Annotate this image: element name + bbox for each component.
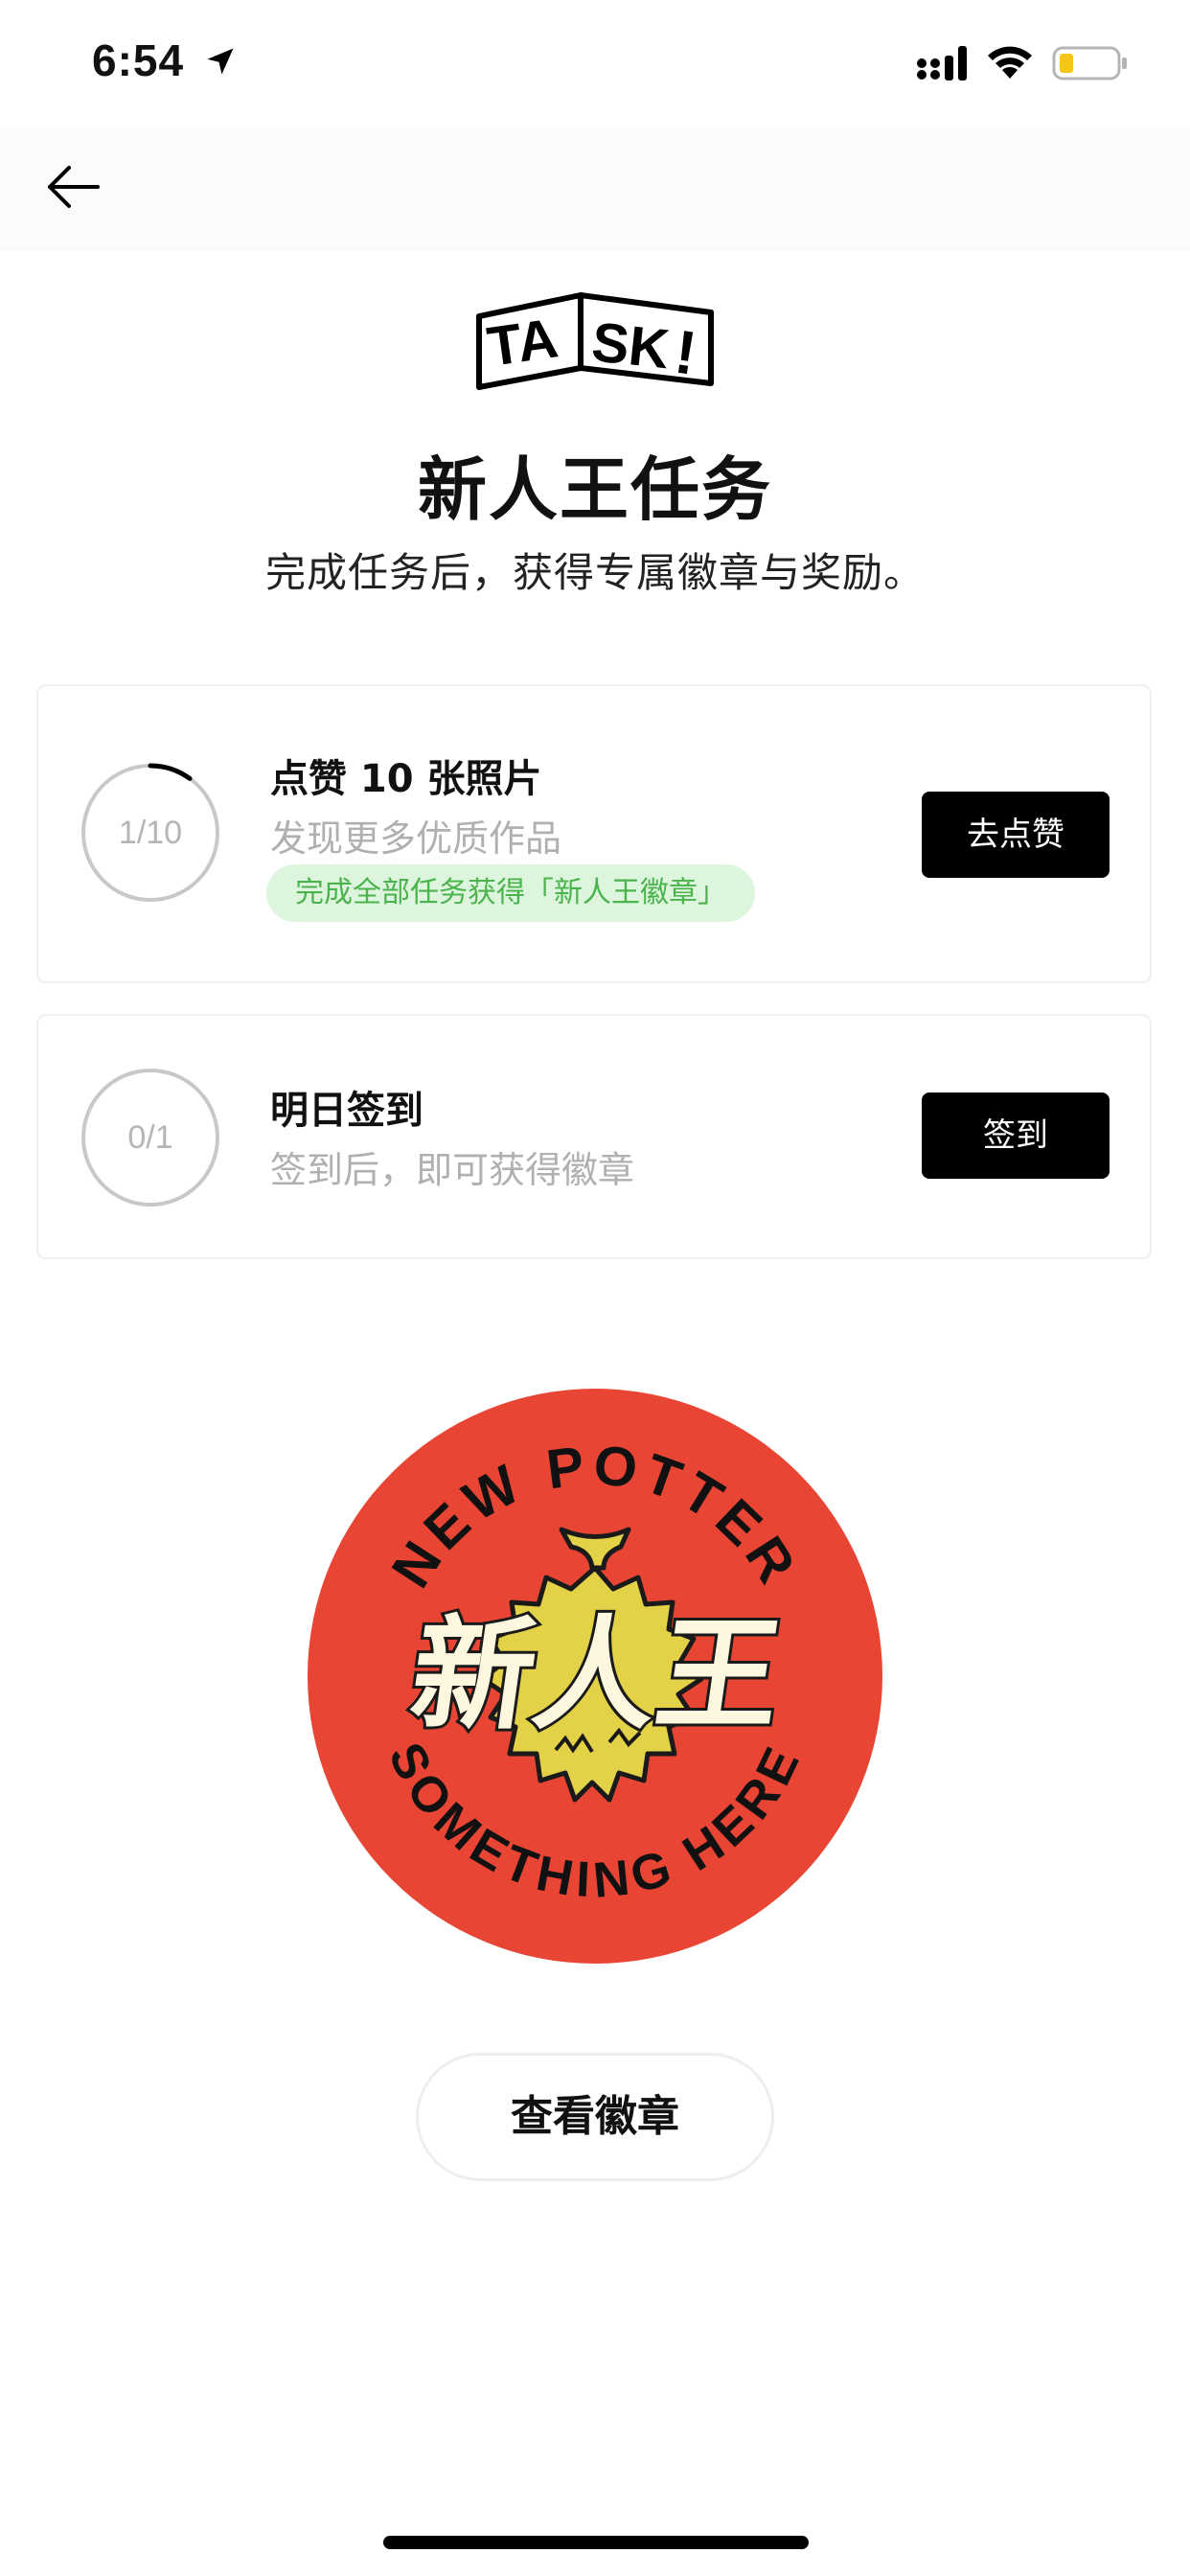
view-badge-button[interactable]: 查看徽章 [416, 2053, 774, 2181]
progress-label: 0/1 [127, 1119, 173, 1156]
cellular-signal-icon [917, 46, 967, 80]
nav-bar [0, 126, 1190, 251]
wifi-icon [988, 46, 1032, 79]
progress-label: 1/10 [118, 815, 183, 851]
like-button[interactable]: 去点赞 [922, 792, 1110, 878]
status-time: 6:54 [92, 35, 185, 85]
svg-text:TA: TA [484, 307, 561, 379]
task-title: 明日签到 [270, 1089, 423, 1133]
new-potter-badge: NEW POTTER SOMETHING HERE 新人王 [308, 1389, 882, 1964]
back-arrow-icon[interactable] [42, 155, 105, 218]
page-subtitle: 完成任务后，获得专属徽章与奖励。 [264, 549, 925, 596]
page-title: 新人王任务 [417, 449, 772, 530]
home-indicator[interactable] [383, 2536, 809, 2549]
task-description: 签到后，即可获得徽章 [270, 1149, 635, 1191]
status-bar: 6:54 [0, 0, 1190, 126]
task-description: 发现更多优质作品 [270, 817, 562, 860]
task-title: 点赞 10 张照片 [270, 757, 542, 801]
task-card-check-in: 0/1 明日签到 签到后，即可获得徽章 签到 [36, 1014, 1152, 1259]
battery-icon [1052, 46, 1127, 80]
task-card-like-photos: 1/10 点赞 10 张照片 发现更多优质作品 完成全部任务获得「新人王徽章」 … [36, 684, 1152, 983]
location-arrow-icon [207, 48, 234, 75]
svg-text:SK: SK [589, 310, 673, 380]
reward-tag: 完成全部任务获得「新人王徽章」 [266, 864, 755, 922]
check-in-button[interactable]: 签到 [922, 1092, 1110, 1179]
badge-center-text: 新人王 [402, 1605, 790, 1747]
task-logo: TA SK ! [476, 292, 714, 390]
